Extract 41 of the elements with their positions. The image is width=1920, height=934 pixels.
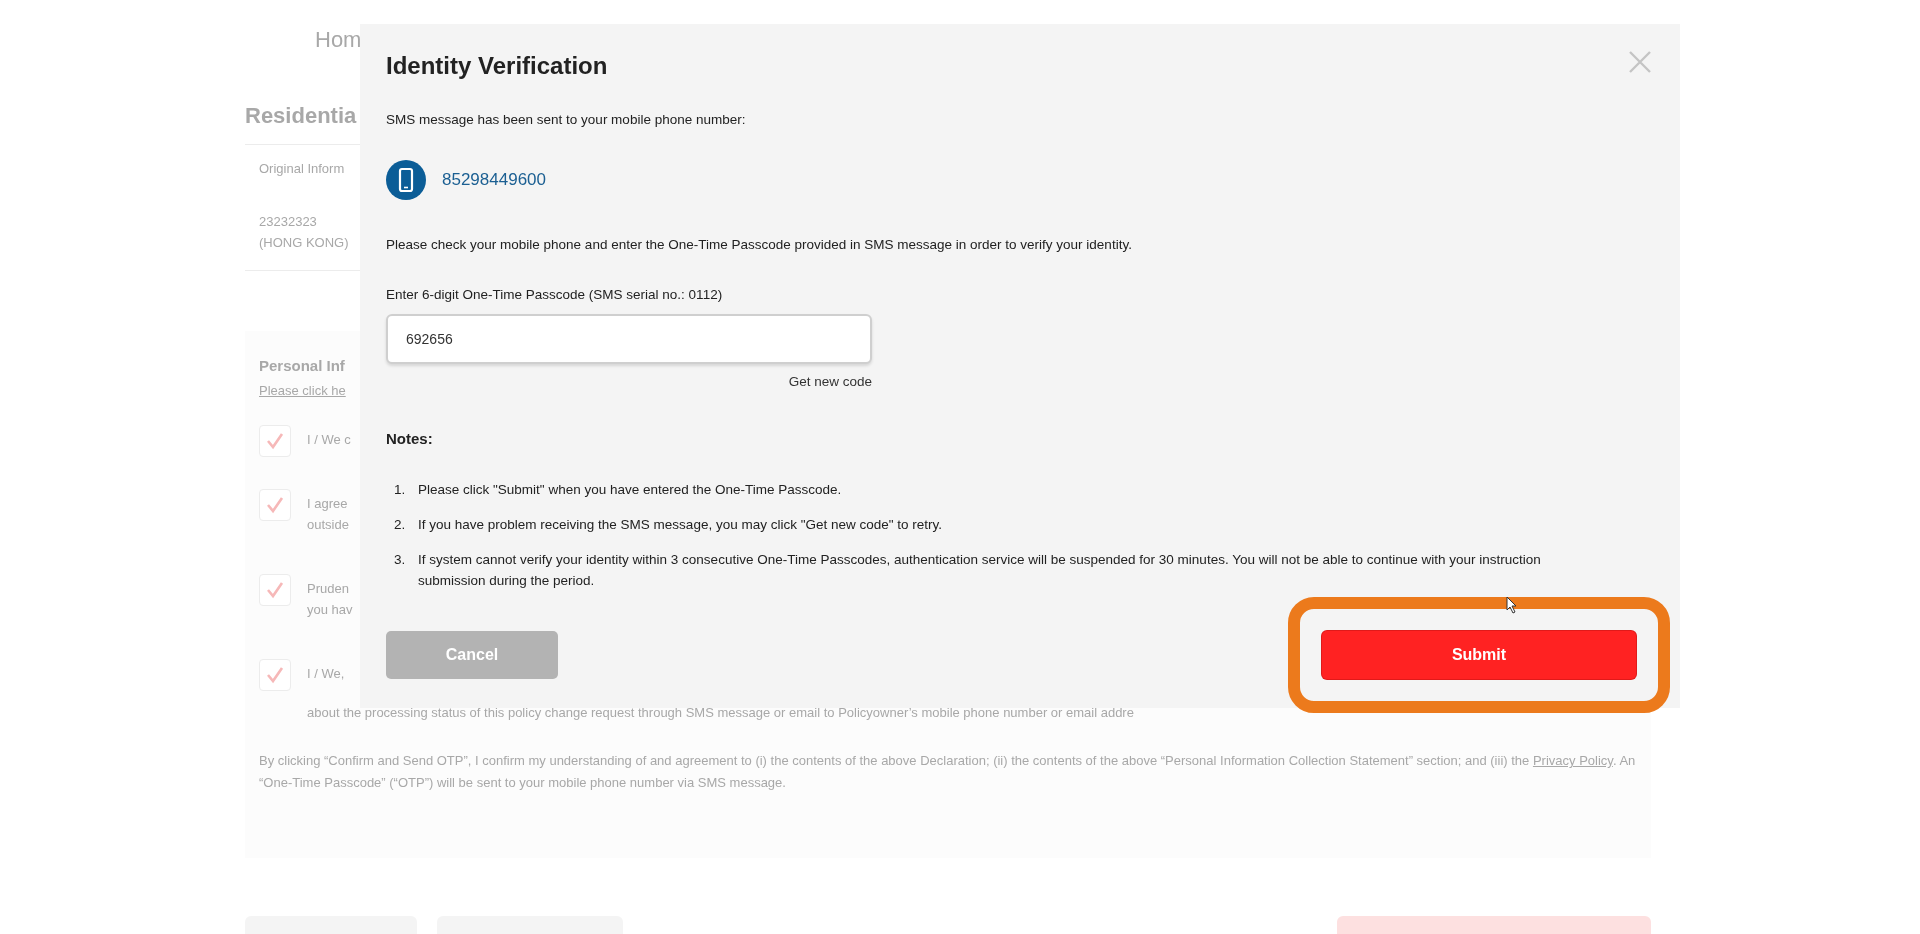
mobile-phone-icon xyxy=(386,160,426,200)
declaration-text: about the processing status of this policy change request through SMS message or email to Policyowner’s mobile phone number or email addre xyxy=(307,704,1134,722)
checkmark-icon xyxy=(265,495,285,515)
sms-sent-text: SMS message has been sent to your mobile phone number: xyxy=(386,112,746,128)
note-text: If system cannot verify your identity within 3 consecutive One-Time Passcodes, authentication service will be suspended for 30 minutes. You will not be able to continue with your instruction submission during the period. xyxy=(418,551,1542,590)
checkbox[interactable] xyxy=(259,574,291,606)
privacy-policy-link[interactable]: Privacy Policy xyxy=(1532,753,1613,768)
declaration-text: outside xyxy=(307,516,349,534)
dialog-title: Identity Verification xyxy=(386,52,608,80)
info-value: 23232323 (HONG KONG) xyxy=(259,213,349,252)
checkbox[interactable] xyxy=(259,489,291,521)
submit-button[interactable]: Submit xyxy=(1322,631,1636,679)
declaration-text: I / We c xyxy=(307,431,351,449)
breadcrumb-text: Hom xyxy=(315,26,362,54)
note-text: If you have problem receiving the SMS message, you may click "Get new code" to retry. xyxy=(418,516,943,534)
declaration-text: Pruden xyxy=(307,580,349,598)
disclaimer-text: By clicking “Confirm and Send OTP”, I confirm my understanding of and agreement to (i) the contents of the above Declaration; (ii) the contents of the above “Personal Information Collection Statement” section; and (iii) the Privacy Policy. An “One-Time Passcode” (“OTP”) will be sent to your mobile phone number via SMS message. xyxy=(259,752,1637,792)
notes-heading: Notes: xyxy=(386,430,433,448)
section-link[interactable]: Please click he xyxy=(259,383,346,399)
note-number: 2. xyxy=(394,516,407,534)
checkbox[interactable] xyxy=(259,425,291,457)
cancel-button[interactable]: Cancel xyxy=(386,631,558,679)
get-new-code-link[interactable]: Get new code xyxy=(788,374,872,389)
checkmark-icon xyxy=(265,431,285,451)
note-text: Please click "Submit" when you have entered the One-Time Passcode. xyxy=(418,481,842,499)
phone-number: 85298449600 xyxy=(442,170,546,190)
passcode-field[interactable]: 692656 xyxy=(386,314,872,364)
field-label: Enter 6-digit One-Time Passcode (SMS serial no.: 0112) xyxy=(386,287,723,303)
checkmark-icon xyxy=(265,580,285,600)
instruction-text: Please check your mobile phone and enter the One-Time Passcode provided in SMS message in order to verify your identity. xyxy=(386,237,1132,253)
checkmark-icon xyxy=(265,665,285,685)
note-number: 3. xyxy=(394,551,407,569)
section-title: Personal Inf xyxy=(259,357,345,375)
declaration-text: I agree xyxy=(307,495,348,513)
close-icon[interactable] xyxy=(1628,50,1652,74)
note-number: 1. xyxy=(394,481,407,499)
mouse-cursor-icon xyxy=(1506,596,1518,614)
declaration-text: I / We, xyxy=(307,665,345,683)
declaration-text: you hav xyxy=(307,601,353,619)
checkbox[interactable] xyxy=(259,659,291,691)
info-label: Original Inform xyxy=(259,161,345,177)
